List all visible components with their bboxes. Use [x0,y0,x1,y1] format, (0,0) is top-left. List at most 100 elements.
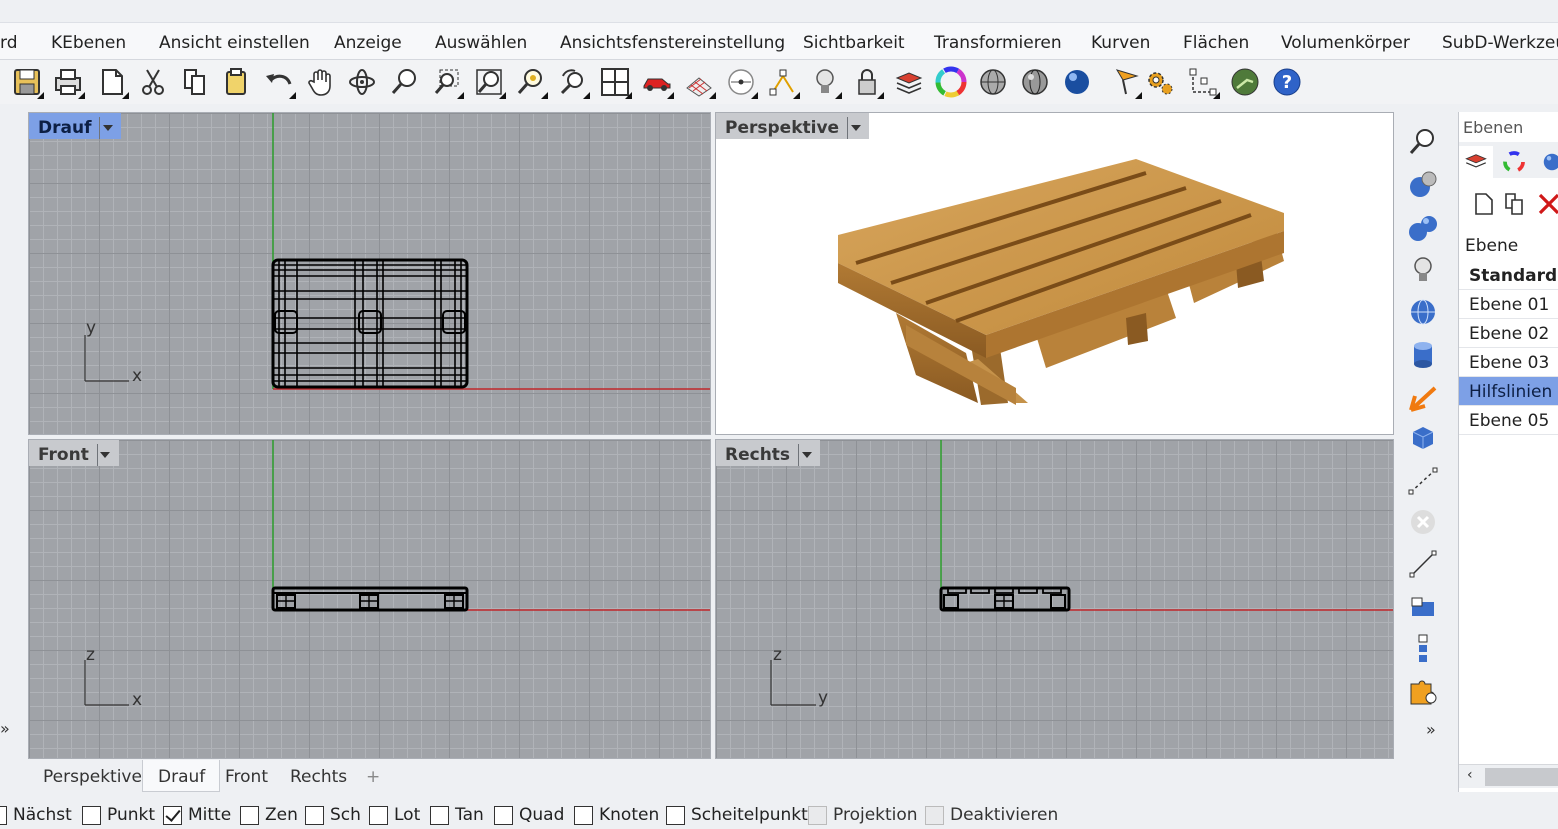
color-wheel-icon[interactable] [1497,146,1531,178]
zoom-selected-icon[interactable] [514,65,548,99]
checkbox[interactable] [369,805,388,825]
checkbox[interactable] [240,805,259,825]
checkbox[interactable] [430,805,449,825]
osnap-projektion[interactable]: Projektion [808,805,918,825]
grasshopper-icon[interactable] [1228,65,1262,99]
point-icon[interactable] [724,65,758,99]
chevron-down-icon[interactable] [99,116,115,139]
print-icon[interactable] [51,65,85,99]
settings-gear-icon[interactable] [1143,65,1177,99]
layer-row[interactable]: Ebene 05 [1459,406,1558,435]
layer-row[interactable]: Hilfslinien [1459,377,1558,406]
new-layer-icon[interactable] [1473,192,1495,220]
viewport-title-right[interactable]: Rechts [716,440,821,466]
checkbox[interactable] [82,805,101,825]
polyline-icon[interactable] [1405,462,1441,498]
cancel-icon[interactable] [1405,504,1441,540]
osnap-deaktivieren[interactable]: Deaktivieren [925,805,1058,825]
cut-icon[interactable] [136,65,170,99]
osnap-lot[interactable]: Lot [369,805,420,825]
undo-icon[interactable] [262,65,296,99]
osnap-quad[interactable]: Quad [494,805,564,825]
tab-kebenen[interactable]: KEbenen [51,33,126,53]
color-wheel-icon[interactable] [934,65,968,99]
four-viewports-icon[interactable] [598,65,632,99]
curve-points-icon[interactable] [766,65,800,99]
layer-row[interactable]: Ebene 01 [1459,290,1558,319]
globe-icon[interactable] [1405,294,1441,330]
zoom-icon[interactable] [388,65,422,99]
osnap-knoten[interactable]: Knoten [574,805,659,825]
viewport-title-front[interactable]: Front [29,440,119,466]
layer-row[interactable]: Ebene 03 [1459,348,1558,377]
tab-flaechen[interactable]: Flächen [1183,33,1249,53]
osnap-tan[interactable]: Tan [430,805,484,825]
puzzle-icon[interactable] [1405,672,1441,708]
chevron-left-icon[interactable]: ‹ [1467,767,1473,783]
checkbox[interactable] [574,805,593,825]
viewport-perspective[interactable]: Perspektive [715,112,1394,435]
viewport-title-perspective[interactable]: Perspektive [716,113,870,139]
tab-anzeige[interactable]: Anzeige [334,33,402,53]
viewport-title-top[interactable]: Drauf [29,113,122,139]
cube-icon[interactable] [1405,420,1441,456]
viewport-top[interactable]: y x Drauf [28,112,711,435]
materials-sphere-icon[interactable] [1535,146,1558,178]
tab-kurven[interactable]: Kurven [1091,33,1150,53]
checkbox[interactable] [666,805,685,825]
tab-standard[interactable]: rd [0,28,24,61]
checkbox[interactable] [163,805,182,825]
tab-volumenkoerper[interactable]: Volumenkörper [1281,33,1410,53]
vtab-rechts[interactable]: Rechts [290,767,347,787]
osnap-scheitelpunkt[interactable]: Scheitelpunkt [666,805,808,825]
shaded-sphere-icon[interactable] [1018,65,1052,99]
vtab-front[interactable]: Front [225,767,268,787]
scrollbar-thumb[interactable] [1485,768,1558,786]
box-icon[interactable] [1405,588,1441,624]
new-document-icon[interactable] [95,65,129,99]
layer-row[interactable]: Ebene 02 [1459,319,1558,348]
layers-tab-icon[interactable] [1459,146,1493,178]
zoom-window-icon[interactable] [430,65,464,99]
checkbox[interactable] [925,805,944,825]
spheres-icon[interactable] [1405,210,1441,246]
more-left-icon[interactable]: » [0,719,10,738]
render-icon[interactable] [1108,65,1142,99]
help-icon[interactable]: ? [1270,65,1304,99]
tab-sichtbarkeit[interactable]: Sichtbarkeit [803,33,905,53]
more-right-icon[interactable]: » [1426,720,1436,739]
sphere-icon[interactable] [1405,167,1441,203]
light-bulb-icon[interactable] [808,65,842,99]
vtab-drauf[interactable]: Drauf [142,760,221,792]
layer-icon[interactable] [892,65,926,99]
arrow-icon[interactable] [1405,380,1441,416]
delete-layer-icon[interactable] [1537,192,1558,220]
checkbox[interactable] [494,805,513,825]
zoom-extents-icon[interactable] [472,65,506,99]
pan-hand-icon[interactable] [304,65,338,99]
chevron-down-icon[interactable] [96,443,113,466]
car-icon[interactable] [640,65,674,99]
wireframe-sphere-icon[interactable] [976,65,1010,99]
osnap-sch[interactable]: Sch [305,805,361,825]
stack-icon[interactable] [1405,630,1441,666]
tab-auswaehlen[interactable]: Auswählen [435,33,527,53]
checkbox[interactable] [0,805,7,825]
rotate-view-icon[interactable] [345,65,379,99]
checkbox[interactable] [808,805,827,825]
lock-icon[interactable] [850,65,884,99]
rendered-sphere-icon[interactable] [1060,65,1094,99]
copy-icon[interactable] [178,65,212,99]
add-viewport-icon[interactable]: + [366,767,380,787]
layer-row[interactable]: Standard [1459,261,1558,290]
zoom-icon[interactable] [1405,124,1441,160]
osnap-mitte[interactable]: Mitte [163,805,231,825]
tab-transformieren[interactable]: Transformieren [934,33,1062,53]
vtab-perspektive[interactable]: Perspektive [43,767,142,787]
copy-layer-icon[interactable] [1503,192,1527,220]
horizontal-scrollbar[interactable]: ‹ [1459,764,1558,788]
checkbox[interactable] [305,805,324,825]
paste-icon[interactable] [219,65,253,99]
viewport-right[interactable]: z y Rechts [715,439,1394,759]
dimension-icon[interactable] [1186,65,1220,99]
